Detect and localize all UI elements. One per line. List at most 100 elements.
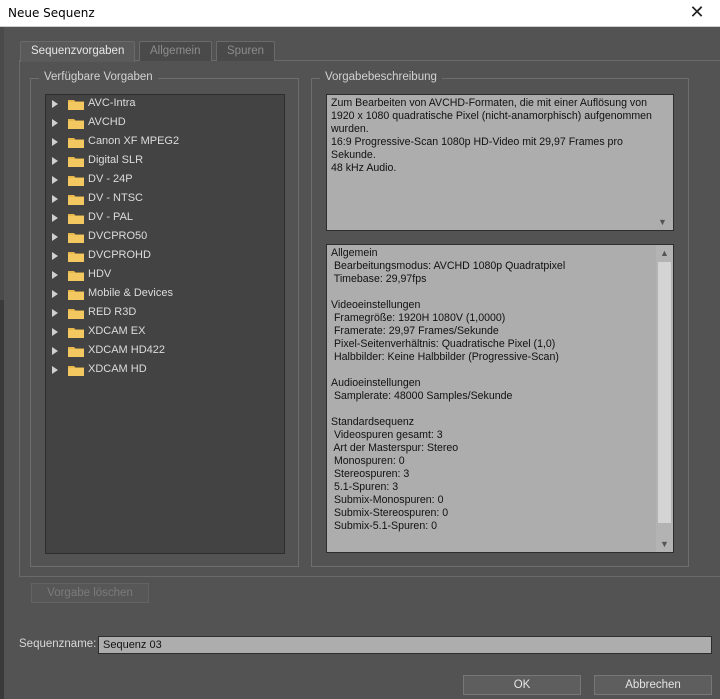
preset-item-label: DV - 24P bbox=[88, 173, 133, 185]
expand-arrow-icon[interactable] bbox=[52, 347, 58, 355]
details-text: Allgemein Bearbeitungsmodus: AVCHD 1080p… bbox=[331, 247, 653, 533]
folder-icon bbox=[68, 119, 84, 129]
sequence-name-input[interactable]: Sequenz 03 bbox=[98, 636, 712, 654]
preset-item-avchd[interactable]: AVCHD bbox=[46, 114, 284, 133]
folder-icon bbox=[68, 157, 84, 167]
expand-arrow-icon[interactable] bbox=[52, 252, 58, 260]
expand-arrow-icon[interactable] bbox=[52, 176, 58, 184]
preset-item-dvcprohd[interactable]: DVCPROHD bbox=[46, 247, 284, 266]
preset-item-label: DV - PAL bbox=[88, 211, 134, 223]
preset-description: Zum Bearbeiten von AVCHD-Formaten, die m… bbox=[326, 94, 674, 231]
scroll-down-icon[interactable]: ▼ bbox=[658, 218, 667, 227]
preset-item-canon-xf-mpeg2[interactable]: Canon XF MPEG2 bbox=[46, 133, 284, 152]
preset-item-xdcam-ex[interactable]: XDCAM EX bbox=[46, 323, 284, 342]
scroll-down-icon[interactable]: ▼ bbox=[660, 540, 669, 549]
preset-item-label: Mobile & Devices bbox=[88, 287, 173, 299]
preset-item-dv-ntsc[interactable]: DV - NTSC bbox=[46, 190, 284, 209]
details-line: Pixel-Seitenverhältnis: Quadratische Pix… bbox=[331, 338, 556, 350]
tab-spuren[interactable]: Spuren bbox=[216, 41, 276, 61]
preset-item-label: RED R3D bbox=[88, 306, 137, 318]
preset-item-label: AVCHD bbox=[88, 116, 126, 128]
details-line: Submix-Monospuren: 0 bbox=[331, 494, 444, 506]
preset-item-mobile-devices[interactable]: Mobile & Devices bbox=[46, 285, 284, 304]
details-line: Timebase: 29,97fps bbox=[331, 273, 427, 285]
preset-item-label: DV - NTSC bbox=[88, 192, 143, 204]
preset-item-dv-pal[interactable]: DV - PAL bbox=[46, 209, 284, 228]
cancel-button[interactable]: Abbrechen bbox=[594, 675, 712, 695]
folder-icon bbox=[68, 195, 84, 205]
preset-item-xdcam-hd[interactable]: XDCAM HD bbox=[46, 361, 284, 380]
folder-icon bbox=[68, 138, 84, 148]
expand-arrow-icon[interactable] bbox=[52, 100, 58, 108]
preset-item-dv-24p[interactable]: DV - 24P bbox=[46, 171, 284, 190]
preset-item-label: DVCPRO50 bbox=[88, 230, 148, 242]
preset-item-label: Canon XF MPEG2 bbox=[88, 135, 180, 147]
expand-arrow-icon[interactable] bbox=[52, 328, 58, 336]
details-line: Videoeinstellungen bbox=[331, 299, 421, 311]
folder-icon bbox=[68, 176, 84, 186]
preset-item-label: AVC-Intra bbox=[88, 97, 136, 109]
preset-item-label: DVCPROHD bbox=[88, 249, 151, 261]
description-group-label: Vorgabebeschreibung bbox=[320, 71, 442, 83]
ok-button[interactable]: OK bbox=[463, 675, 581, 695]
preset-item-xdcam-hd422[interactable]: XDCAM HD422 bbox=[46, 342, 284, 361]
preset-item-label: XDCAM EX bbox=[88, 325, 146, 337]
preset-details: Allgemein Bearbeitungsmodus: AVCHD 1080p… bbox=[326, 244, 674, 553]
preset-item-hdv[interactable]: HDV bbox=[46, 266, 284, 285]
folder-icon bbox=[68, 214, 84, 224]
expand-arrow-icon[interactable] bbox=[52, 309, 58, 317]
expand-arrow-icon[interactable] bbox=[52, 290, 58, 298]
sequence-name-label: Sequenzname: bbox=[19, 638, 97, 650]
expand-arrow-icon[interactable] bbox=[52, 157, 58, 165]
details-line: Bearbeitungsmodus: AVCHD 1080p Quadratpi… bbox=[331, 260, 566, 272]
details-line: Framegröße: 1920H 1080V (1,0000) bbox=[331, 312, 506, 324]
folder-icon bbox=[68, 233, 84, 243]
expand-arrow-icon[interactable] bbox=[52, 366, 58, 374]
folder-icon bbox=[68, 366, 84, 376]
expand-arrow-icon[interactable] bbox=[52, 138, 58, 146]
details-line bbox=[331, 364, 653, 377]
details-line bbox=[331, 286, 653, 299]
details-line: Monospuren: 0 bbox=[331, 455, 405, 467]
preset-item-digital-slr[interactable]: Digital SLR bbox=[46, 152, 284, 171]
details-line: Audioeinstellungen bbox=[331, 377, 421, 389]
folder-icon bbox=[68, 328, 84, 338]
preset-item-label: XDCAM HD bbox=[88, 363, 147, 375]
description-text: Zum Bearbeiten von AVCHD-Formaten, die m… bbox=[331, 97, 652, 174]
expand-arrow-icon[interactable] bbox=[52, 214, 58, 222]
details-line: Art der Masterspur: Stereo bbox=[331, 442, 459, 454]
folder-icon bbox=[68, 252, 84, 262]
details-line: Videospuren gesamt: 3 bbox=[331, 429, 443, 441]
details-line: Stereospuren: 3 bbox=[331, 468, 410, 480]
details-line: Framerate: 29,97 Frames/Sekunde bbox=[331, 325, 499, 337]
preset-item-dvcpro50[interactable]: DVCPRO50 bbox=[46, 228, 284, 247]
folder-icon bbox=[68, 309, 84, 319]
delete-preset-button[interactable]: Vorgabe löschen bbox=[31, 583, 149, 603]
folder-icon bbox=[68, 100, 84, 110]
preset-tree[interactable]: AVC-Intra AVCHD Canon XF MPEG2 Digital S… bbox=[45, 94, 285, 554]
title-bar: Neue Sequenz ✕ bbox=[0, 0, 720, 27]
details-scrollbar[interactable]: ▲ ▼ bbox=[656, 245, 673, 552]
preset-item-avc-intra[interactable]: AVC-Intra bbox=[46, 95, 284, 114]
details-line: Halbbilder: Keine Halbbilder (Progressiv… bbox=[331, 351, 559, 363]
details-line: Submix-Stereospuren: 0 bbox=[331, 507, 449, 519]
tab-sequenzvorgaben[interactable]: Sequenzvorgaben bbox=[20, 41, 136, 62]
expand-arrow-icon[interactable] bbox=[52, 271, 58, 279]
preset-item-red-r3d[interactable]: RED R3D bbox=[46, 304, 284, 323]
details-line: Samplerate: 48000 Samples/Sekunde bbox=[331, 390, 513, 402]
folder-icon bbox=[68, 290, 84, 300]
details-line: Submix-5.1-Spuren: 0 bbox=[331, 520, 437, 532]
background-edge bbox=[0, 300, 4, 699]
scroll-up-icon[interactable]: ▲ bbox=[660, 249, 669, 258]
window-title: Neue Sequenz bbox=[8, 6, 95, 20]
expand-arrow-icon[interactable] bbox=[52, 195, 58, 203]
expand-arrow-icon[interactable] bbox=[52, 119, 58, 127]
folder-icon bbox=[68, 271, 84, 281]
preset-item-label: XDCAM HD422 bbox=[88, 344, 166, 356]
preset-item-label: HDV bbox=[88, 268, 112, 280]
close-icon[interactable]: ✕ bbox=[674, 0, 720, 27]
scrollbar-thumb[interactable] bbox=[658, 262, 671, 523]
expand-arrow-icon[interactable] bbox=[52, 233, 58, 241]
tab-allgemein[interactable]: Allgemein bbox=[139, 41, 212, 61]
details-line: Standardsequenz bbox=[331, 416, 415, 428]
